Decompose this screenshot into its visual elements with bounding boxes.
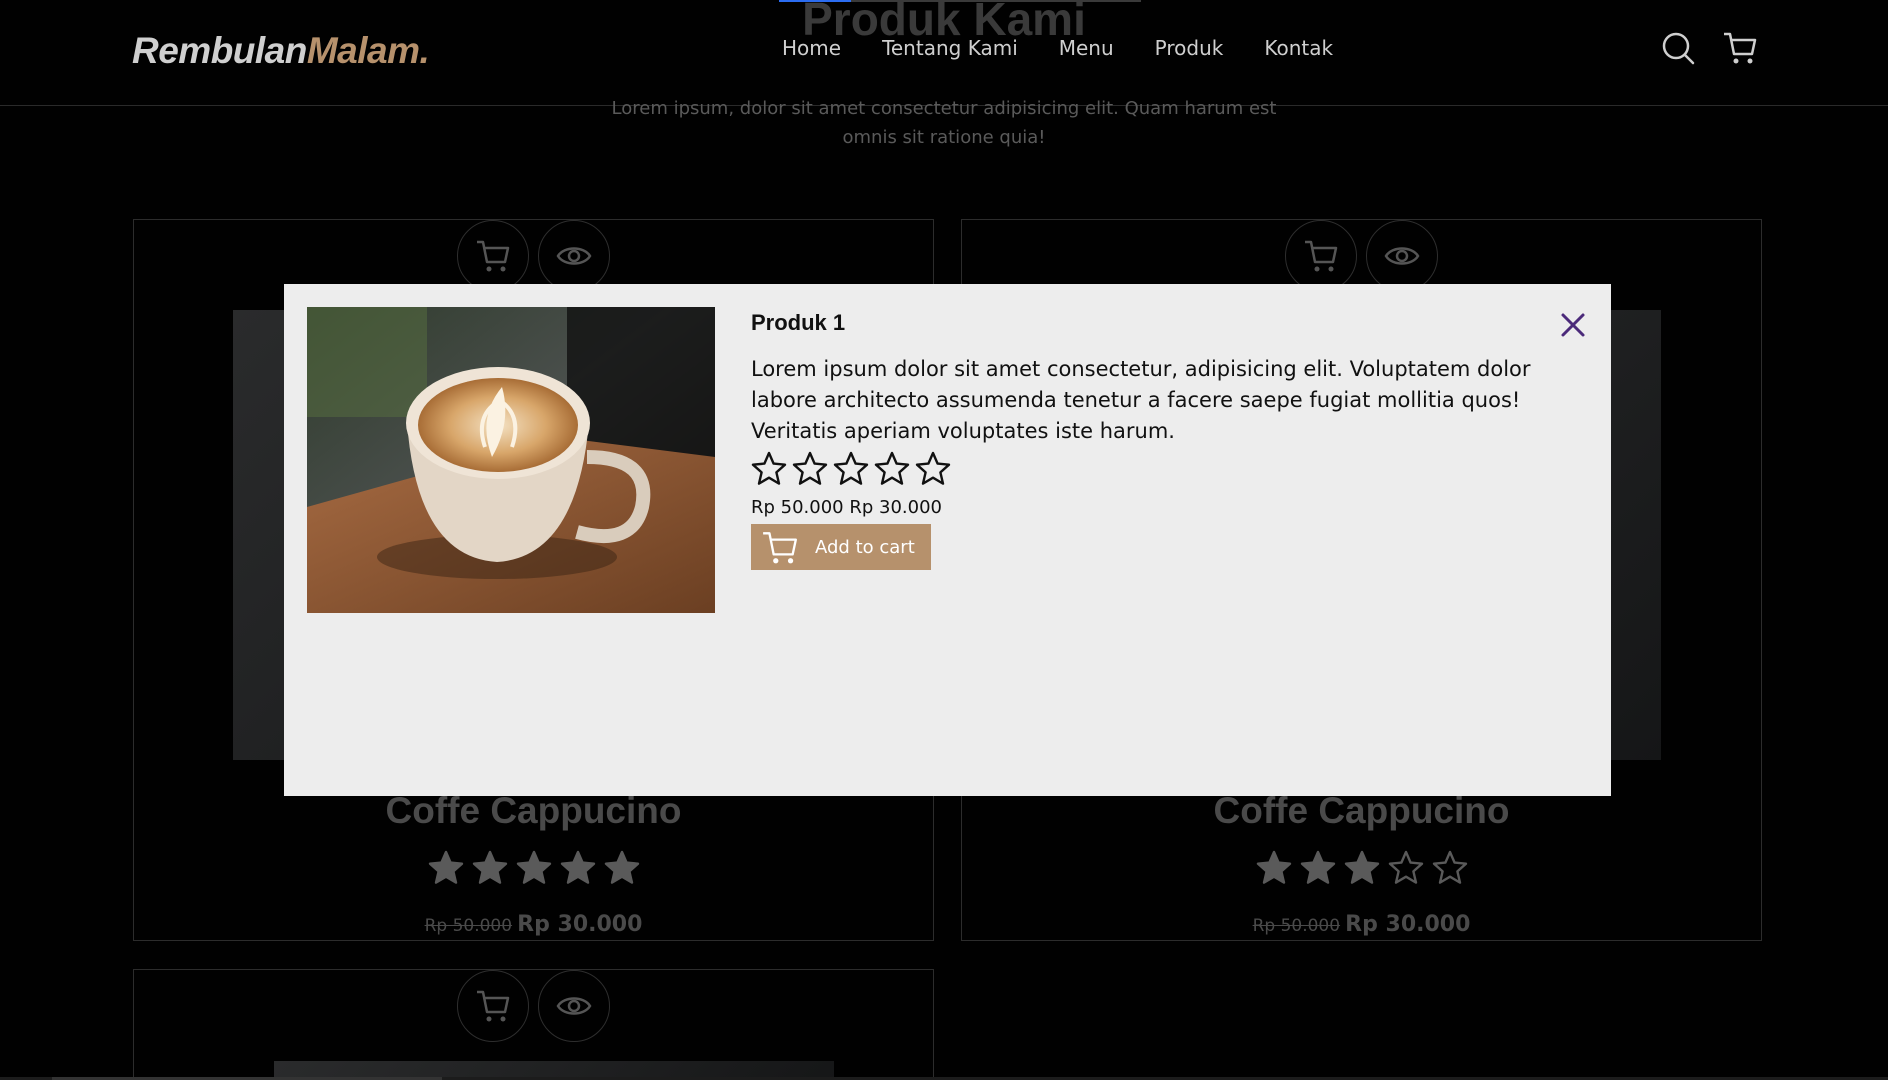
modal-product-rating <box>751 451 1581 487</box>
star-icon <box>833 451 869 485</box>
modal-content: Produk 1 Lorem ipsum dolor sit amet cons… <box>751 310 1581 570</box>
modal-product-description: Lorem ipsum dolor sit amet consectetur, … <box>751 357 1531 443</box>
add-to-cart-button[interactable]: Add to cart <box>751 524 931 570</box>
shopping-cart-icon <box>763 532 797 564</box>
star-icon <box>751 451 787 485</box>
star-icon <box>792 451 828 485</box>
add-to-cart-label: Add to cart <box>815 536 915 558</box>
product-image-cappuccino <box>307 307 715 613</box>
star-icon <box>874 451 910 485</box>
close-icon <box>1561 313 1585 337</box>
product-detail-modal: Produk 1 Lorem ipsum dolor sit amet cons… <box>284 284 1611 796</box>
close-modal-button[interactable] <box>1558 310 1588 340</box>
modal-product-price: Rp 50.000 Rp 30.000 <box>751 497 942 518</box>
star-icon <box>915 451 951 485</box>
modal-product-title: Produk 1 <box>751 310 846 335</box>
